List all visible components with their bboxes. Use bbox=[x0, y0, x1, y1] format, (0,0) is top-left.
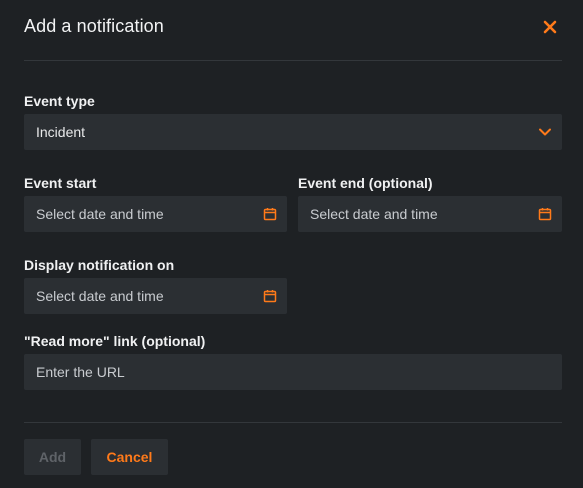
calendar-icon[interactable] bbox=[538, 207, 552, 221]
header-divider bbox=[24, 60, 562, 61]
event-start-placeholder: Select date and time bbox=[36, 206, 164, 222]
dialog-title: Add a notification bbox=[24, 16, 164, 36]
calendar-icon[interactable] bbox=[263, 207, 277, 221]
event-end-placeholder: Select date and time bbox=[310, 206, 438, 222]
read-more-placeholder: Enter the URL bbox=[36, 364, 125, 380]
add-button[interactable]: Add bbox=[24, 439, 81, 475]
calendar-icon[interactable] bbox=[263, 289, 277, 303]
display-on-label: Display notification on bbox=[24, 257, 175, 273]
event-end-input[interactable]: Select date and time bbox=[298, 196, 562, 232]
event-type-label: Event type bbox=[24, 93, 95, 109]
cancel-button[interactable]: Cancel bbox=[91, 439, 168, 475]
event-start-label: Event start bbox=[24, 175, 97, 191]
event-type-value: Incident bbox=[36, 124, 86, 140]
add-notification-dialog: Add a notification Event type Incident E… bbox=[0, 0, 583, 488]
display-on-placeholder: Select date and time bbox=[36, 288, 164, 304]
event-end-label: Event end (optional) bbox=[298, 175, 433, 191]
read-more-label: "Read more" link (optional) bbox=[24, 333, 206, 349]
event-type-select[interactable]: Incident bbox=[24, 114, 562, 150]
close-button[interactable] bbox=[542, 19, 558, 35]
read-more-url-input[interactable]: Enter the URL bbox=[24, 354, 562, 390]
close-icon bbox=[543, 20, 557, 34]
chevron-down-icon bbox=[538, 125, 552, 139]
footer-divider bbox=[24, 422, 562, 423]
event-start-input[interactable]: Select date and time bbox=[24, 196, 287, 232]
display-on-input[interactable]: Select date and time bbox=[24, 278, 287, 314]
